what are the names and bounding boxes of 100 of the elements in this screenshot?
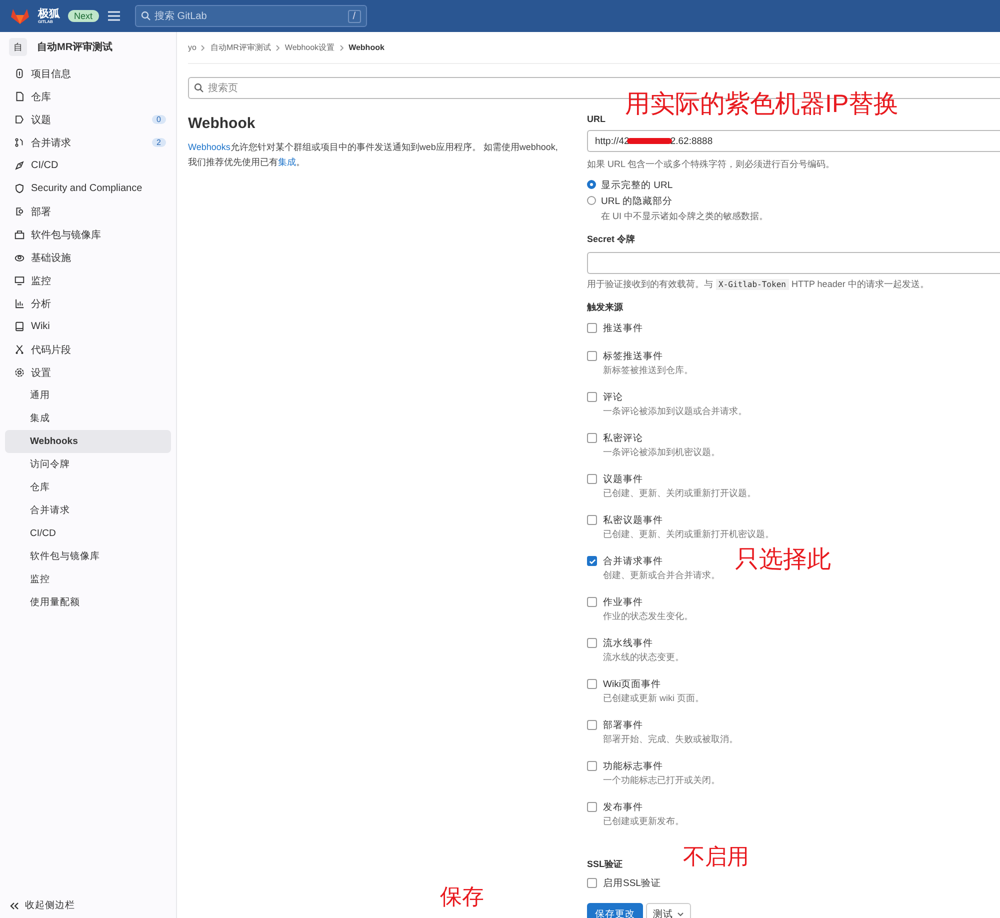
- checkbox[interactable]: [587, 720, 597, 730]
- checkbox[interactable]: [587, 679, 597, 689]
- project-avatar: 自: [9, 38, 27, 56]
- caret-icon: [677, 912, 684, 916]
- sidebar-subitem[interactable]: 仓库: [5, 476, 171, 499]
- chart-icon: [14, 298, 25, 309]
- fox-logo-icon[interactable]: [10, 7, 30, 25]
- checkbox-description: 已创建、更新、关闭或重新打开机密议题。: [603, 528, 774, 541]
- issue-icon: [14, 114, 25, 125]
- sidebar-item[interactable]: 部署: [5, 200, 171, 223]
- sidebar-item[interactable]: Security and Compliance: [5, 177, 171, 200]
- checkbox-label: 合并请求事件: [603, 555, 664, 569]
- sidebar-subitem[interactable]: CI/CD: [5, 522, 171, 545]
- double-chevron-icon: [10, 902, 19, 910]
- breadcrumb-link[interactable]: Webhook设置: [284, 42, 335, 53]
- radio-button[interactable]: [587, 180, 596, 189]
- checkbox[interactable]: [587, 351, 597, 361]
- sidebar-item[interactable]: 分析: [5, 292, 171, 315]
- checkbox-description: 流水线的状态变更。: [603, 651, 684, 664]
- breadcrumb-link[interactable]: yo: [188, 43, 196, 52]
- sidebar-item[interactable]: Wiki: [5, 315, 171, 338]
- redaction-scribble: [627, 138, 672, 144]
- sidebar-subitem[interactable]: 软件包与镜像库: [5, 545, 171, 568]
- checkbox[interactable]: [587, 597, 597, 607]
- secret-field[interactable]: [587, 252, 1000, 274]
- checkbox[interactable]: [587, 802, 597, 812]
- webhooks-link[interactable]: Webhooks: [188, 142, 230, 152]
- breadcrumb-link[interactable]: Webhook: [348, 43, 384, 52]
- scissors-icon: [14, 344, 25, 355]
- annotation-text: 只选择此: [735, 548, 831, 572]
- section-label: SSL验证: [587, 858, 624, 871]
- checkbox[interactable]: [587, 474, 597, 484]
- count-badge: 2: [152, 138, 166, 147]
- info-icon: [14, 68, 25, 79]
- chevron-icon: [340, 44, 344, 50]
- checkbox-description: 一个功能标志已打开或关闭。: [603, 774, 720, 787]
- checkbox[interactable]: [587, 878, 597, 888]
- checkbox[interactable]: [587, 638, 597, 648]
- checkbox-label: 评论: [603, 391, 624, 405]
- shield-icon: [14, 183, 25, 194]
- chevron-icon: [201, 44, 206, 50]
- checkbox-label: 推送事件: [603, 322, 643, 336]
- field-label: URL: [587, 114, 606, 124]
- annotation-text: 保存: [440, 886, 484, 908]
- save-button[interactable]: 保存更改: [587, 903, 643, 918]
- sidebar-subitem[interactable]: 访问令牌: [5, 453, 171, 476]
- book-icon: [14, 321, 25, 332]
- sidebar-item[interactable]: 监控: [5, 269, 171, 292]
- sidebar-item[interactable]: 议题 0: [5, 108, 171, 131]
- shortcut-key: /: [348, 10, 361, 22]
- project-name[interactable]: 自动MR评审测试: [37, 40, 113, 54]
- radio-button[interactable]: [587, 196, 596, 205]
- help-text: 用于验证接收到的有效载荷。与: [587, 279, 713, 289]
- checkbox[interactable]: [587, 433, 597, 443]
- help-text: 如果 URL 包含一个或多个特殊字符，则必须进行百分号编码。: [587, 158, 836, 171]
- sidebar-subitem[interactable]: 监控: [5, 568, 171, 591]
- checkbox[interactable]: [587, 556, 597, 566]
- sidebar-item[interactable]: 基础设施: [5, 246, 171, 269]
- test-button[interactable]: 测试: [646, 903, 691, 918]
- intro-paragraph: Webhooks允许您针对某个群组或项目中的事件发送通知到web应用程序。 如需使用webhook, 我们推荐优先使用已有集成。: [188, 141, 558, 169]
- sidebar-subitem[interactable]: 使用量配额: [5, 591, 171, 614]
- sidebar-item[interactable]: 合并请求 2: [5, 131, 171, 154]
- page-title: Webhook: [188, 115, 256, 132]
- checkbox-description: 创建、更新或合并合并请求。: [603, 569, 720, 582]
- sidebar-item[interactable]: 代码片段: [5, 338, 171, 361]
- checkbox-label: Wiki页面事件: [603, 678, 662, 692]
- sidebar-subitem[interactable]: 集成: [5, 407, 171, 430]
- checkbox-description: 一条评论被添加到议题或合并请求。: [603, 405, 747, 418]
- menu-icon[interactable]: [106, 10, 121, 22]
- section-label: 触发来源: [587, 301, 624, 314]
- settings-icon: [14, 367, 25, 378]
- breadcrumb-link[interactable]: 自动MR评审测试: [210, 42, 271, 53]
- sidebar-item[interactable]: 项目信息: [5, 62, 171, 85]
- checkbox-label: 私密议题事件: [603, 514, 664, 528]
- sidebar-subitem[interactable]: 通用: [5, 384, 171, 407]
- radio-label: 显示完整的 URL: [601, 179, 673, 192]
- sidebar-subitem[interactable]: 合并请求: [5, 499, 171, 522]
- checkbox-description: 部署开始、完成、失败或被取消。: [603, 733, 738, 746]
- checkbox[interactable]: [587, 392, 597, 402]
- sidebar-item[interactable]: 软件包与镜像库: [5, 223, 171, 246]
- annotation-text: 不启用: [683, 846, 749, 868]
- checkbox[interactable]: [587, 515, 597, 525]
- checkbox-label: 流水线事件: [603, 637, 654, 651]
- search-field[interactable]: 搜索 GitLab /: [134, 5, 367, 27]
- checkbox-description: 作业的状态发生变化。: [603, 610, 693, 623]
- radio-label: URL 的隐藏部分: [601, 195, 674, 208]
- checkbox[interactable]: [587, 323, 597, 333]
- sidebar-item[interactable]: 设置: [5, 361, 171, 384]
- checkbox[interactable]: [587, 761, 597, 771]
- package-icon: [14, 229, 25, 240]
- sidebar-item[interactable]: CI/CD: [5, 154, 171, 177]
- monitor-icon: [14, 275, 25, 286]
- checkbox-label: 部署事件: [603, 719, 644, 733]
- integrations-link[interactable]: 集成: [278, 157, 296, 167]
- sidebar-subitem[interactable]: Webhooks: [5, 430, 171, 453]
- deploy-icon: [14, 206, 25, 217]
- collapse-sidebar-button[interactable]: 收起侧边栏: [10, 899, 75, 912]
- field-label: Secret 令牌: [587, 233, 636, 246]
- help-text: HTTP header 中的请求一起发送。: [791, 279, 929, 289]
- sidebar-item[interactable]: 仓库: [5, 85, 171, 108]
